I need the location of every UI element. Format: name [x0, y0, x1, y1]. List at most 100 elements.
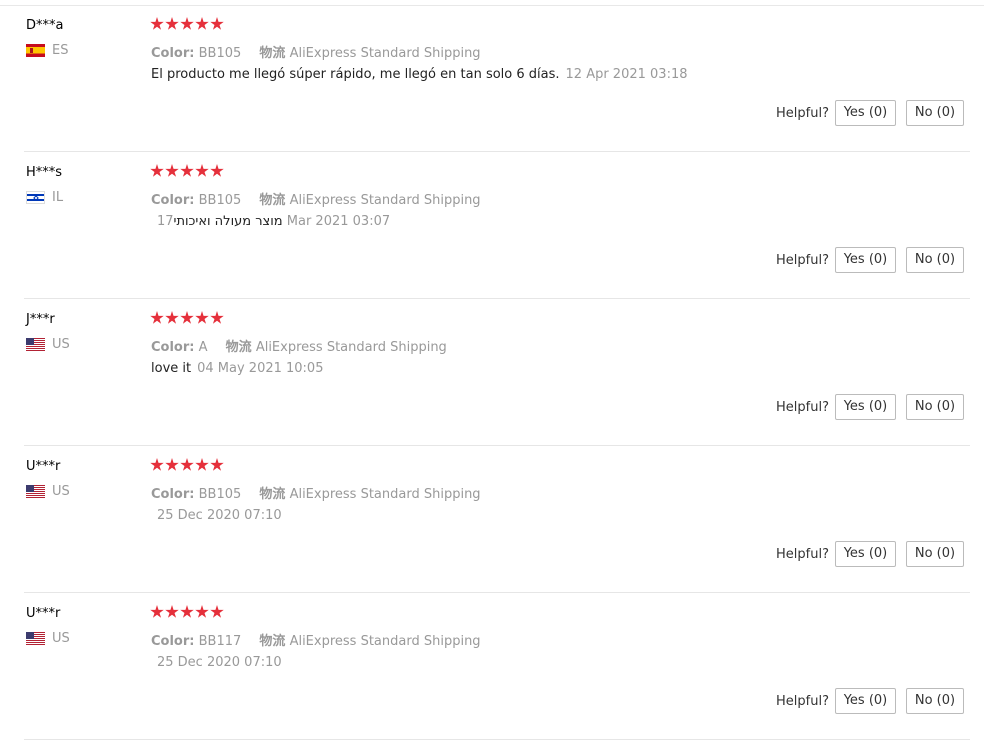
review-text: El producto me llegó súper rápido, me ll…	[151, 67, 560, 82]
star-rating	[150, 17, 225, 31]
color-value: BB117	[198, 634, 242, 649]
reviewer-country: US	[26, 631, 70, 646]
reviewer-name: U***r	[26, 606, 61, 621]
review-time: 25 Dec 2020 07:10	[157, 508, 282, 523]
color-label: Color:	[151, 340, 195, 355]
country-code: IL	[52, 190, 64, 205]
helpful-no-button[interactable]: No (0)	[906, 541, 964, 567]
star-icon	[165, 458, 179, 471]
star-rating	[150, 311, 225, 325]
review-content: 25 Dec 2020 07:10	[151, 655, 282, 670]
logistics-label: 物流	[259, 46, 286, 61]
star-icon	[150, 311, 164, 324]
logistics-label: 物流	[259, 634, 286, 649]
shipping-method: AliExpress Standard Shipping	[289, 487, 481, 502]
star-icon	[165, 164, 179, 177]
star-icon	[210, 311, 224, 324]
star-icon	[150, 605, 164, 618]
color-label: Color:	[151, 487, 195, 502]
review-content: 25 Dec 2020 07:10	[151, 508, 282, 523]
review-meta: Color: A 物流 AliExpress Standard Shipping	[151, 336, 447, 355]
us-flag-icon	[26, 338, 45, 351]
star-icon	[180, 458, 194, 471]
reviewer-name: J***r	[26, 312, 55, 327]
helpful-yes-button[interactable]: Yes (0)	[835, 394, 896, 420]
color-value: BB105	[198, 487, 242, 502]
helpful-label: Helpful?	[776, 253, 829, 268]
review-content: love it 04 May 2021 10:05	[151, 361, 323, 376]
review-content: מוצר מעולה ואיכותי17 Mar 2021 03:07	[151, 214, 390, 229]
helpful-no-button[interactable]: No (0)	[906, 100, 964, 126]
review-content: El producto me llegó súper rápido, me ll…	[151, 67, 688, 82]
star-icon	[180, 164, 194, 177]
review-meta: Color: BB105 物流 AliExpress Standard Ship…	[151, 189, 481, 208]
shipping-method: AliExpress Standard Shipping	[289, 634, 481, 649]
reviewer-country: ES	[26, 43, 68, 58]
star-icon	[180, 605, 194, 618]
reviewer-country: US	[26, 484, 70, 499]
star-icon	[195, 311, 209, 324]
review-item: H***s IL Color: BB105 物流 AliExpress Stan…	[24, 151, 970, 299]
review-time: 04 May 2021 10:05	[197, 361, 324, 376]
helpful-yes-button[interactable]: Yes (0)	[835, 541, 896, 567]
logistics-label: 物流	[259, 487, 286, 502]
review-item: U***r US Color: BB105 物流 AliExpress Stan…	[24, 445, 970, 593]
us-flag-icon	[26, 485, 45, 498]
helpful-no-button[interactable]: No (0)	[906, 688, 964, 714]
shipping-method: AliExpress Standard Shipping	[289, 193, 481, 208]
review-text: מוצר מעולה ואיכותי	[173, 214, 283, 229]
helpful-label: Helpful?	[776, 694, 829, 709]
helpful-label: Helpful?	[776, 106, 829, 121]
israel-flag-icon	[26, 191, 45, 204]
us-flag-icon	[26, 632, 45, 645]
country-code: US	[52, 337, 70, 352]
star-icon	[210, 164, 224, 177]
helpful-no-button[interactable]: No (0)	[906, 247, 964, 273]
reviewer-name: D***a	[26, 18, 64, 33]
star-rating	[150, 458, 225, 472]
color-value: A	[198, 340, 208, 355]
spain-flag-icon	[26, 44, 45, 57]
star-icon	[195, 605, 209, 618]
helpful-yes-button[interactable]: Yes (0)	[835, 688, 896, 714]
star-icon	[150, 458, 164, 471]
star-icon	[195, 458, 209, 471]
review-item: J***r US Color: A 物流 AliExpress Standard…	[24, 298, 970, 446]
review-meta: Color: BB105 物流 AliExpress Standard Ship…	[151, 483, 481, 502]
helpful-label: Helpful?	[776, 400, 829, 415]
review-meta: Color: BB105 物流 AliExpress Standard Ship…	[151, 42, 481, 61]
reviewer-name: H***s	[26, 165, 63, 180]
color-label: Color:	[151, 193, 195, 208]
color-label: Color:	[151, 46, 195, 61]
reviewer-name: U***r	[26, 459, 61, 474]
shipping-method: AliExpress Standard Shipping	[289, 46, 481, 61]
color-label: Color:	[151, 634, 195, 649]
star-icon	[210, 17, 224, 30]
review-text: love it	[151, 361, 192, 376]
logistics-label: 物流	[225, 340, 252, 355]
star-rating	[150, 605, 225, 619]
star-icon	[150, 17, 164, 30]
review-item: D***a ES Color: BB105 物流 AliExpress Stan…	[24, 4, 970, 152]
star-icon	[150, 164, 164, 177]
helpful-no-button[interactable]: No (0)	[906, 394, 964, 420]
shipping-method: AliExpress Standard Shipping	[255, 340, 447, 355]
color-value: BB105	[198, 46, 242, 61]
country-code: US	[52, 631, 70, 646]
reviewer-country: IL	[26, 190, 63, 205]
country-code: ES	[52, 43, 69, 58]
star-icon	[180, 311, 194, 324]
star-icon	[195, 17, 209, 30]
star-icon	[195, 164, 209, 177]
review-item: U***r US Color: BB117 物流 AliExpress Stan…	[24, 592, 970, 740]
star-icon	[165, 605, 179, 618]
star-icon	[165, 311, 179, 324]
helpful-yes-button[interactable]: Yes (0)	[835, 247, 896, 273]
star-icon	[210, 605, 224, 618]
review-meta: Color: BB117 物流 AliExpress Standard Ship…	[151, 630, 481, 649]
country-code: US	[52, 484, 70, 499]
logistics-label: 物流	[259, 193, 286, 208]
reviewer-country: US	[26, 337, 70, 352]
helpful-yes-button[interactable]: Yes (0)	[835, 100, 896, 126]
star-icon	[165, 17, 179, 30]
